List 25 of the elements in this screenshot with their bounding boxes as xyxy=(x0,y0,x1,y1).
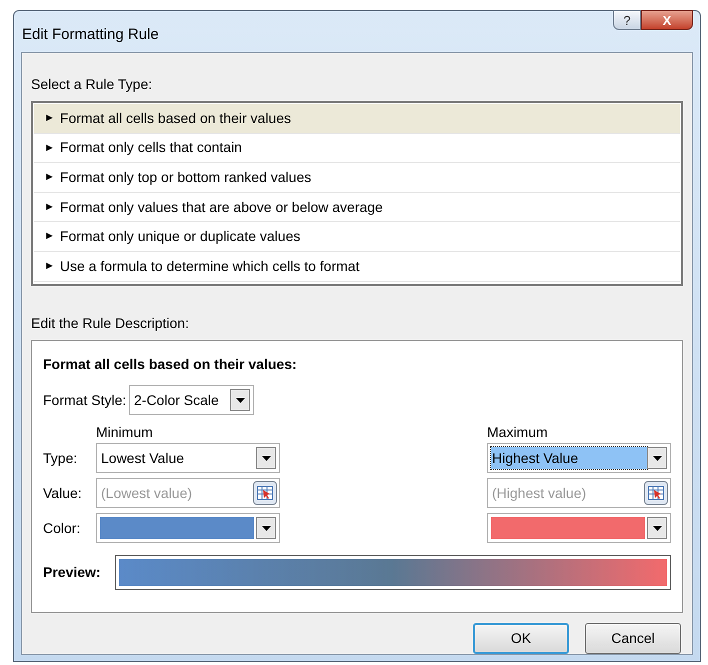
value-field[interactable]: (Lowest value) xyxy=(96,478,280,508)
type-dropdown[interactable]: Highest Value xyxy=(487,443,671,473)
section-label: Select a Rule Type: xyxy=(31,75,154,94)
field-label: Format Style: xyxy=(43,390,128,410)
column-heading: Minimum xyxy=(96,423,154,442)
dialog-button[interactable]: Cancel xyxy=(585,623,681,654)
color-dropdown[interactable] xyxy=(96,513,280,543)
rule-type-item[interactable]: ► Format all cells based on their values xyxy=(34,104,680,134)
dialog-button[interactable]: OK xyxy=(473,623,569,654)
cell-range-icon[interactable] xyxy=(253,481,277,505)
cell-range-icon[interactable] xyxy=(644,481,668,505)
rule-heading: Format all cells based on their values: xyxy=(43,355,298,374)
window-title: Edit Formatting Rule xyxy=(22,25,159,45)
column-heading: Maximum xyxy=(487,423,549,442)
section-label: Edit the Rule Description: xyxy=(31,314,190,333)
preview-label: Preview: xyxy=(43,563,102,582)
rule-type-item[interactable]: ► Format only cells that contain xyxy=(34,134,680,164)
type-dropdown[interactable]: Lowest Value xyxy=(96,443,280,473)
format-style-dropdown[interactable]: 2-Color Scale xyxy=(129,385,254,415)
value-field[interactable]: (Highest value) xyxy=(487,478,671,508)
field-label: Type: xyxy=(43,449,78,468)
field-label: Color: xyxy=(43,519,82,538)
color-dropdown[interactable] xyxy=(487,513,671,543)
help-button[interactable]: ? xyxy=(613,10,641,30)
field-label: Value: xyxy=(43,484,83,503)
